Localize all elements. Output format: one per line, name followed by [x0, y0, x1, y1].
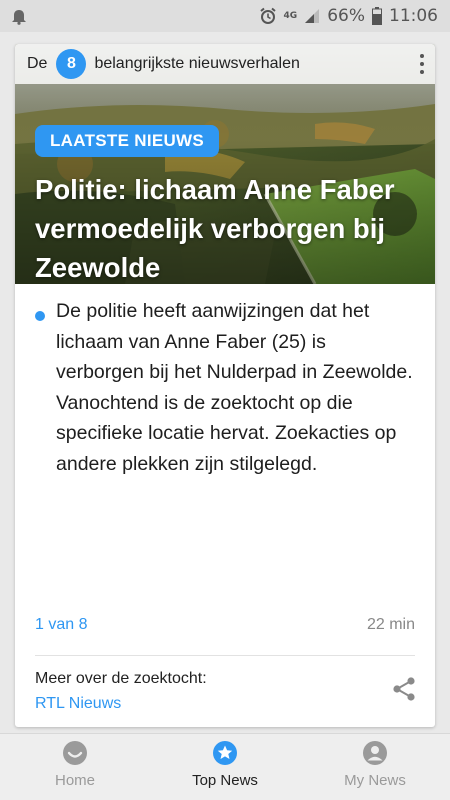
- star-icon: [213, 741, 237, 765]
- tab-my-news[interactable]: My News: [300, 734, 450, 800]
- share-icon[interactable]: [391, 676, 417, 702]
- more-options-icon[interactable]: [417, 53, 427, 77]
- story-position[interactable]: 1 van 8: [35, 616, 87, 634]
- tab-top-news-label: Top News: [192, 772, 258, 789]
- article-summary: De politie heeft aanwijzingen dat het li…: [35, 296, 415, 479]
- summary-text: De politie heeft aanwijzingen dat het li…: [56, 300, 413, 475]
- more-about-section: Meer over de zoektocht: RTL Nieuws: [35, 670, 415, 716]
- top-stories-header: De 8 belangrijkste nieuwsverhalen: [15, 44, 435, 84]
- header-prefix: De: [27, 55, 48, 72]
- bottom-navigation: Home Top News My News: [0, 733, 450, 800]
- story-age: 22 min: [366, 616, 415, 633]
- news-card[interactable]: De 8 belangrijkste nieuwsverhalen LAATST…: [15, 44, 435, 727]
- notification-bell-icon: [12, 10, 26, 25]
- bullet-dot: [35, 311, 45, 321]
- clock: 11:06: [389, 6, 438, 26]
- tab-home-label: Home: [54, 772, 95, 789]
- alarm-icon: [259, 7, 276, 24]
- battery-percentage: 66%: [327, 6, 365, 26]
- battery-icon: [372, 7, 382, 25]
- person-icon: [363, 741, 387, 765]
- tab-my-news-label: My News: [344, 772, 406, 789]
- header-suffix: belangrijkste nieuwsverhalen: [94, 55, 300, 72]
- card-meta: 1 van 8 22 min: [35, 616, 415, 640]
- signal-icon: [305, 9, 320, 23]
- latest-news-badge: LAATSTE NIEUWS: [35, 125, 220, 157]
- story-count-badge: 8: [56, 49, 87, 79]
- headline[interactable]: Politie: lichaam Anne Faber vermoedelijk…: [35, 170, 425, 284]
- source-link[interactable]: RTL Nieuws: [35, 695, 121, 713]
- tab-home[interactable]: Home: [0, 734, 150, 800]
- more-about-label: Meer over de zoektocht:: [35, 670, 207, 687]
- smiley-icon: [63, 741, 87, 765]
- hero-image[interactable]: De 8 belangrijkste nieuwsverhalen LAATST…: [15, 44, 435, 284]
- network-type: 4G: [283, 10, 298, 21]
- tab-top-news[interactable]: Top News: [150, 734, 300, 800]
- divider: [35, 655, 415, 656]
- status-bar: 4G 66% 11:06: [0, 0, 450, 32]
